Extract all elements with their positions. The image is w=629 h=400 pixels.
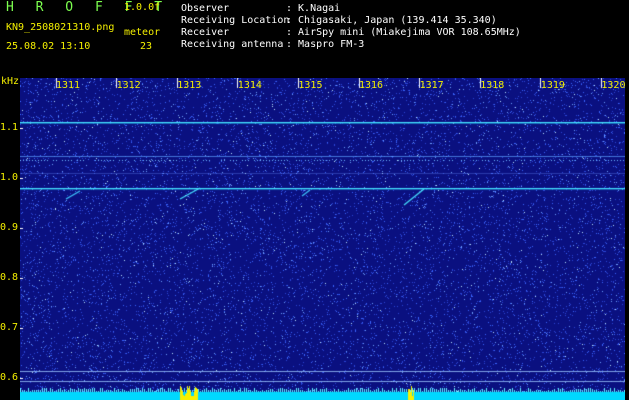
observer-label: Observer (181, 3, 230, 14)
location-value: : Chigasaki, Japan (139.414 35.340) (286, 15, 497, 26)
timestamp-label: 25.08.02 13:10 (6, 41, 91, 52)
x-tick-label: 1317 (419, 80, 444, 91)
receiver-value: : AirSpy mini (Miakejima VOR 108.65MHz) (286, 27, 521, 38)
y-tick-label: 0.8 (0, 272, 19, 283)
location-label: Receiving Location (181, 15, 290, 26)
observation-kind: meteor (124, 27, 161, 38)
hrofft-window: H R O F F T 1.0.0f KN9_2508021310.png me… (0, 0, 629, 400)
y-tick-label: 1.1 (0, 122, 19, 133)
x-tick-label: 1312 (116, 80, 141, 91)
x-tick-label: 1319 (540, 80, 565, 91)
receiver-label: Receiver (181, 27, 230, 38)
antenna-label: Receiving antenna (181, 39, 284, 50)
version-label: 1.0.0f (124, 2, 161, 13)
x-tick-label: 1318 (480, 80, 505, 91)
x-tick-label: 1314 (237, 80, 262, 91)
y-tick-label: 0.7 (0, 322, 19, 333)
x-tick-label: 1316 (359, 80, 384, 91)
y-tick-label: 0.9 (0, 222, 19, 233)
y-tick-label: 1.0 (0, 172, 19, 183)
antenna-value: : Maspro FM-3 (286, 39, 365, 50)
x-tick-label: 1320 (601, 80, 626, 91)
filename-label: KN9_2508021310.png (6, 22, 115, 33)
y-tick-label: 0.6 (0, 372, 19, 383)
x-tick-label: 1311 (56, 80, 81, 91)
x-tick-label: 1315 (298, 80, 323, 91)
meteor-count: 23 (140, 41, 153, 52)
y-axis-unit: kHz (1, 76, 20, 87)
x-tick-label: 1313 (177, 80, 202, 91)
observer-value: : K.Nagai (286, 3, 341, 14)
spectrogram (20, 78, 625, 400)
